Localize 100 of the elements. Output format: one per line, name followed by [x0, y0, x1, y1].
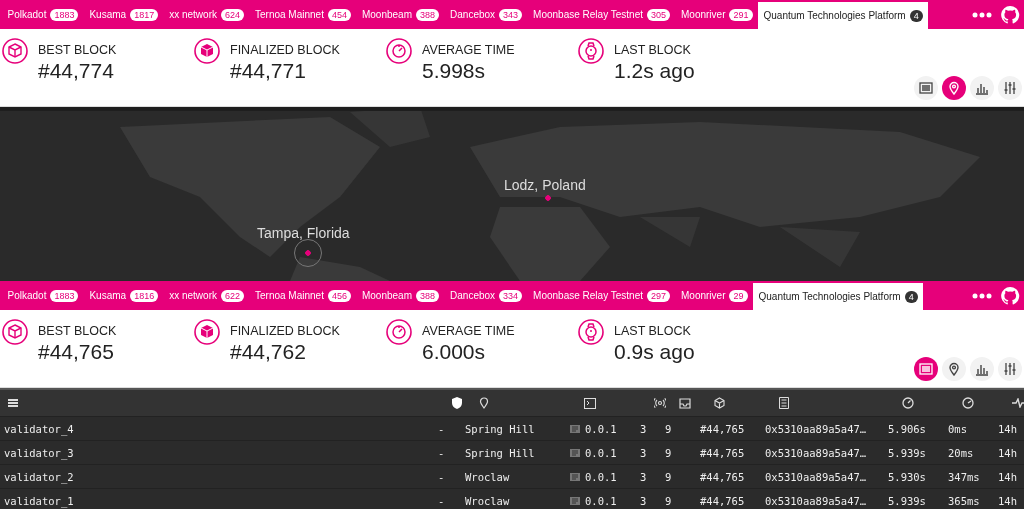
shield-icon [452, 397, 462, 409]
table-cell-text: 14h [998, 470, 1018, 483]
stat-value: 1.2s ago [614, 59, 695, 83]
version-text: 0.0.1 [585, 446, 617, 459]
chain-tab[interactable]: Moonriver 29 [675, 281, 753, 310]
table-cell-text: 3 [640, 422, 648, 435]
stat-icon [578, 38, 604, 64]
table-cell-text: 0x5310aa89a5a47… [765, 422, 868, 435]
table-cell-text: - [437, 494, 446, 507]
table-cell-text: 20ms [948, 446, 975, 459]
github-icon[interactable] [1000, 285, 1020, 306]
pin-icon [479, 397, 489, 409]
table-cell-text: - [437, 446, 446, 459]
implementation-icon [570, 472, 580, 481]
table-cell-text: 5.939s [888, 494, 927, 507]
stat-label: LAST BLOCK [614, 43, 692, 57]
table-cell-text: 9 [665, 422, 673, 435]
implementation-icon [570, 424, 580, 433]
bar-chart-icon [975, 362, 989, 376]
terminal-icon [584, 397, 596, 409]
table-cell-text: 14h [998, 446, 1018, 459]
table-cell-text: 14h [998, 494, 1018, 507]
document-icon [779, 397, 789, 409]
table-cell-text: Wroclaw [465, 470, 511, 483]
more-icon[interactable] [972, 291, 992, 300]
chain-tab[interactable]: Moonbase Relay Testnet 305 [527, 0, 676, 29]
chain-tab[interactable]: Moonriver 291 [675, 0, 758, 29]
chain-tab[interactable]: Moonbase Relay Testnet 297 [527, 281, 676, 310]
stat-value: #44,774 [38, 59, 115, 83]
chain-tab[interactable]: Kusama 1817 [83, 0, 164, 29]
table-cell-text: 0x5310aa89a5a47… [765, 494, 868, 507]
bar-chart-icon [975, 81, 989, 95]
stat-value: #44,771 [230, 59, 307, 83]
table-cell-text: 9 [665, 446, 673, 459]
implementation-icon [570, 496, 580, 505]
table-cell-text: Spring Hill [465, 446, 536, 459]
list-icon [919, 362, 933, 376]
stat-icon [578, 319, 604, 345]
stat-value: 6.000s [422, 340, 487, 364]
chain-tab[interactable]: Polkadot 1883 [2, 281, 84, 310]
version-text: 0.0.1 [585, 494, 617, 507]
node-marker[interactable] [294, 239, 322, 267]
table-cell-text: #44,765 [700, 470, 746, 483]
table-cell-text: 9 [665, 470, 673, 483]
inbox-icon [679, 397, 691, 409]
table-cell-text: 5.906s [888, 422, 927, 435]
chain-tab[interactable]: Quantum Technologies Platform 4 [753, 283, 924, 310]
sliders-icon [1003, 81, 1017, 95]
chart-view-button[interactable] [970, 76, 994, 100]
stat-value: #44,762 [230, 340, 307, 364]
stat-label: BEST BLOCK [38, 324, 117, 338]
table-cell-text: 3 [640, 470, 648, 483]
table-cell-text: validator_3 [3, 446, 75, 459]
list-view-button[interactable] [914, 357, 938, 381]
chain-tab[interactable]: Ternoa Mainnet 454 [249, 0, 357, 29]
chain-tab[interactable]: xx network 624 [163, 0, 250, 29]
table-cell-text: 14h [998, 422, 1018, 435]
stat-icon [386, 38, 412, 64]
chain-tab[interactable]: Dancebox 334 [444, 281, 528, 310]
marker-label: Tampa, Florida [257, 225, 350, 241]
version-text: 0.0.1 [585, 470, 617, 483]
sliders-icon [1003, 362, 1017, 376]
chain-tab[interactable]: Quantum Technologies Platform 4 [758, 2, 929, 29]
settings-view-button[interactable] [998, 76, 1022, 100]
table-cell-text: - [437, 422, 446, 435]
stat-icon [194, 38, 220, 64]
settings-view-button[interactable] [998, 357, 1022, 381]
chart-view-button[interactable] [970, 357, 994, 381]
stat-label: AVERAGE TIME [422, 43, 515, 57]
implementation-icon [570, 448, 580, 457]
table-cell-text: validator_2 [3, 470, 75, 483]
table-cell-text: - [437, 470, 446, 483]
cube-icon [714, 397, 725, 409]
list-view-button[interactable] [914, 76, 938, 100]
map-view-button[interactable] [942, 76, 966, 100]
chain-tab[interactable]: Moonbeam 388 [356, 281, 445, 310]
stat-icon [2, 319, 28, 345]
chain-tab[interactable]: Ternoa Mainnet 456 [249, 281, 357, 310]
github-icon[interactable] [1000, 4, 1020, 25]
more-icon[interactable] [972, 10, 992, 19]
table-cell-text: 365ms [948, 494, 981, 507]
table-cell-text: validator_1 [3, 494, 75, 507]
chain-tab[interactable]: xx network 622 [163, 281, 250, 310]
pin-icon [947, 81, 961, 95]
chain-tab[interactable]: Polkadot 1883 [2, 0, 84, 29]
table-cell-text: 347ms [948, 470, 981, 483]
stat-icon [2, 38, 28, 64]
table-cell-text: #44,765 [700, 422, 746, 435]
table-cell-text: 0ms [948, 422, 968, 435]
stat-label: FINALIZED BLOCK [230, 324, 340, 338]
chain-tab[interactable]: Dancebox 343 [444, 0, 528, 29]
map-view-button[interactable] [942, 357, 966, 381]
stat-icon [386, 319, 412, 345]
gauge-icon [962, 397, 974, 409]
version-text: 0.0.1 [585, 422, 617, 435]
table-cell-text: 3 [640, 446, 648, 459]
list-icon [919, 81, 933, 95]
chain-tab[interactable]: Moonbeam 388 [356, 0, 445, 29]
stat-label: LAST BLOCK [614, 324, 692, 338]
chain-tab[interactable]: Kusama 1816 [83, 281, 164, 310]
